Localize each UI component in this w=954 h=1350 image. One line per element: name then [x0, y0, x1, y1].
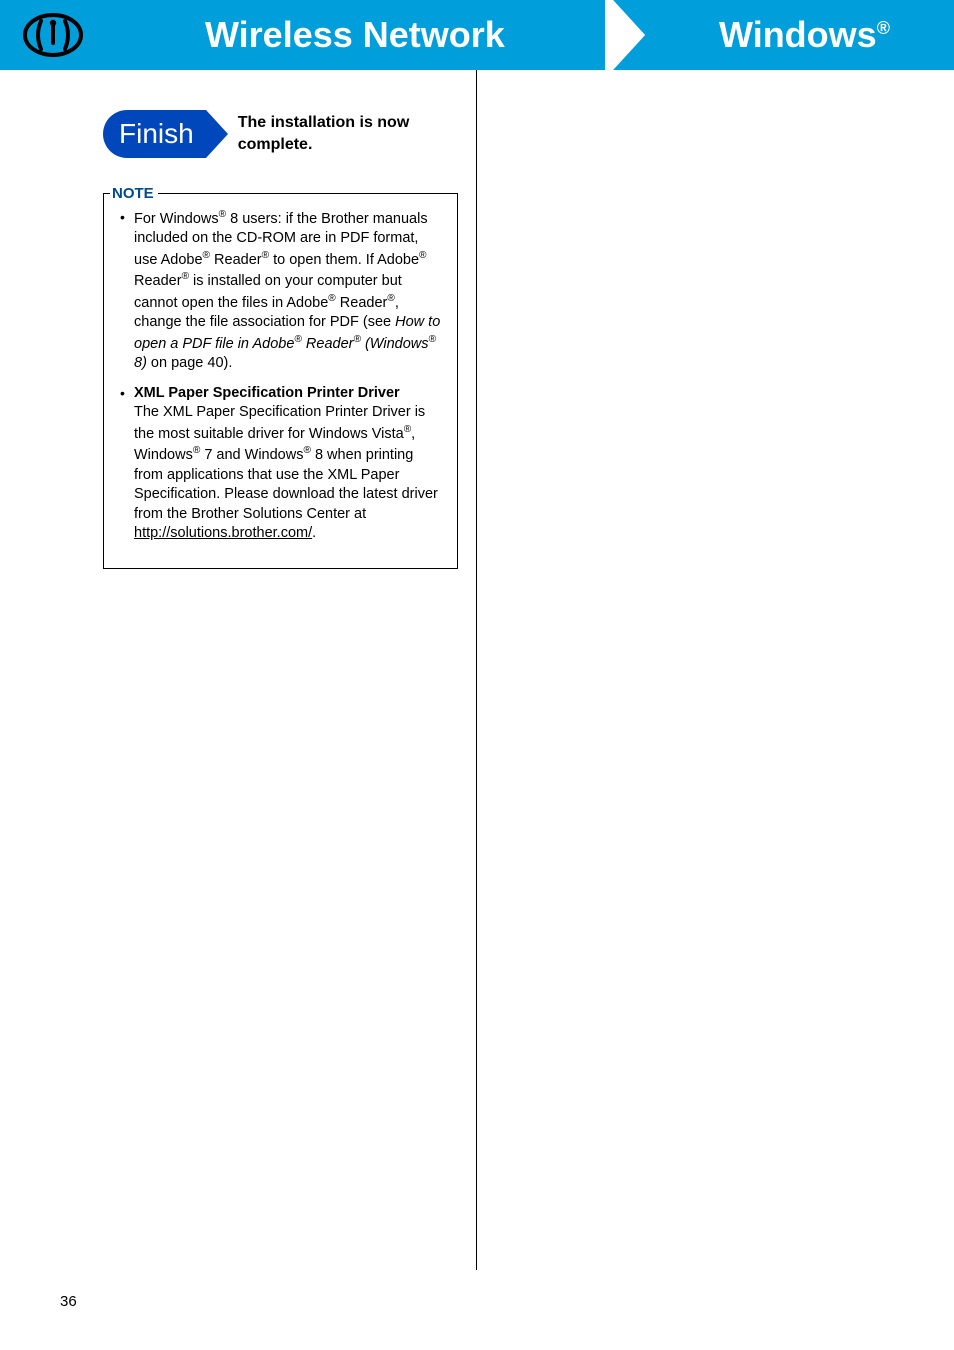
solutions-link[interactable]: http://solutions.brother.com/ — [134, 525, 312, 541]
header-arrow — [605, 0, 655, 70]
header-right-title: Windows — [719, 14, 877, 55]
registered-mark: ® — [877, 18, 890, 38]
finish-row: Finish The installation is now complete. — [103, 110, 458, 158]
page-number: 36 — [60, 1293, 77, 1310]
wireless-icon — [20, 9, 85, 61]
content-area: Finish The installation is now complete.… — [0, 70, 954, 1270]
note-label: NOTE — [110, 184, 158, 204]
right-column — [477, 70, 954, 1270]
header-right: Windows® — [655, 0, 954, 70]
left-column: Finish The installation is now complete.… — [0, 70, 477, 1270]
finish-badge: Finish — [103, 110, 206, 158]
note-bullet-2: XML Paper Specification Printer Driver T… — [116, 384, 445, 544]
header-left-title: Wireless Network — [205, 14, 505, 56]
note-bullet-2-title: XML Paper Specification Printer Driver — [134, 385, 400, 401]
page-header: Wireless Network Windows® — [0, 0, 954, 70]
finish-text: The installation is now complete. — [238, 112, 438, 155]
note-box: NOTE For Windows® 8 users: if the Brothe… — [103, 193, 458, 569]
header-left: Wireless Network — [0, 0, 605, 70]
note-bullet-1: For Windows® 8 users: if the Brother man… — [116, 208, 445, 374]
